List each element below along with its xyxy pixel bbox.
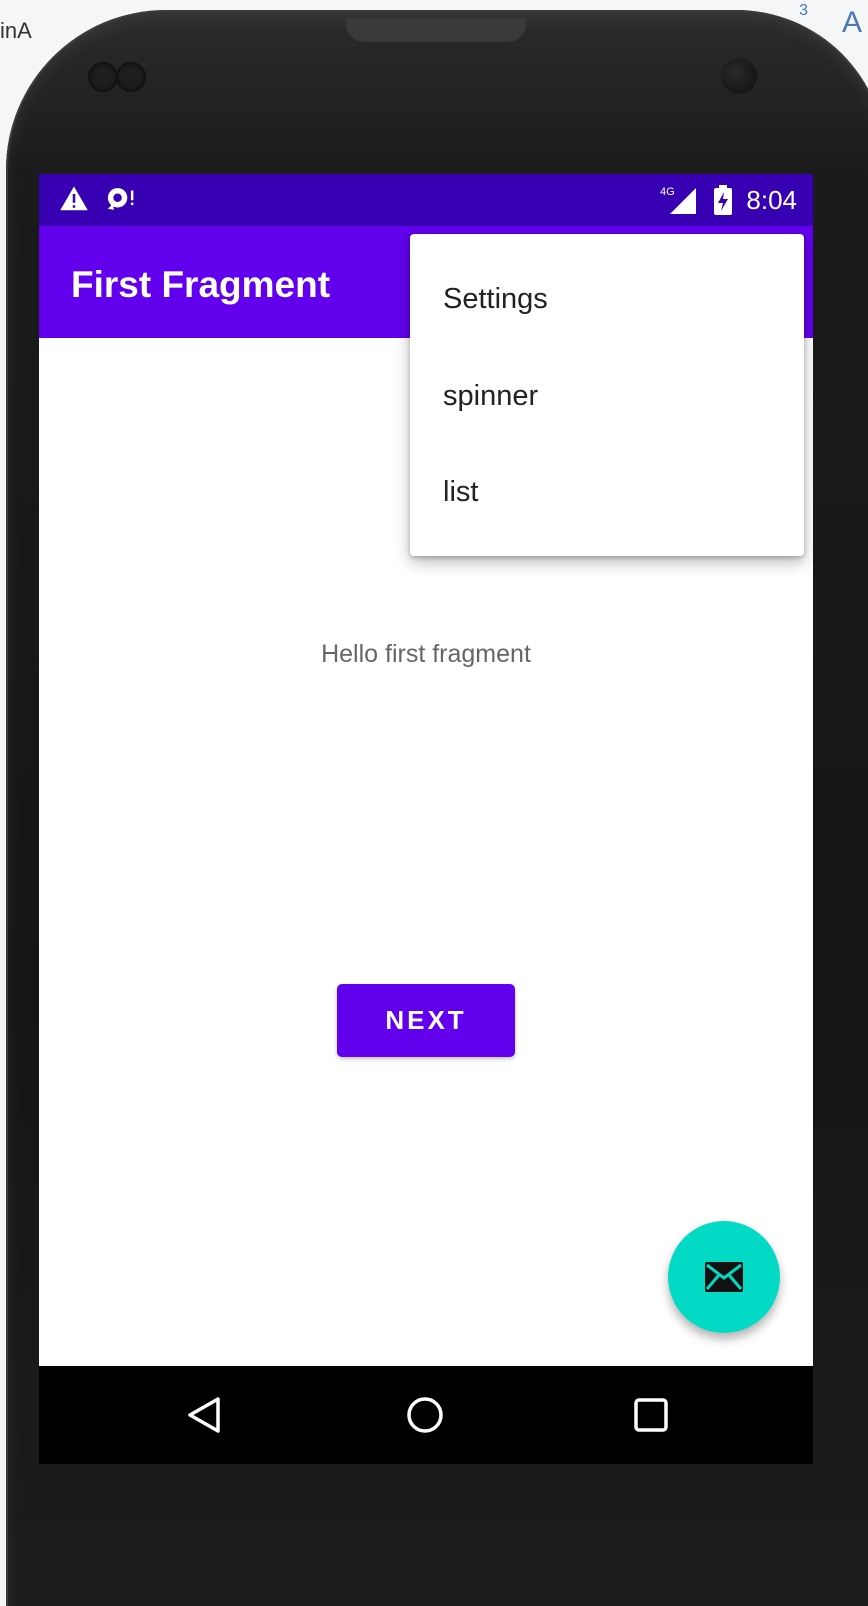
recents-icon (634, 1398, 668, 1432)
status-time: 8:04 (746, 184, 797, 215)
menu-item-settings[interactable]: Settings (410, 251, 804, 347)
back-icon (188, 1397, 220, 1433)
back-button[interactable] (177, 1388, 231, 1442)
battery-charging-icon (714, 185, 733, 215)
speaker-dot (116, 62, 146, 92)
signal-icon: 4G (660, 186, 697, 214)
sync-alert-icon (107, 188, 134, 210)
device-screen: 4G 8:04 First Fragment Hello first fragm… (39, 174, 813, 1464)
menu-item-spinner[interactable]: spinner (410, 348, 804, 444)
warning-icon (60, 186, 88, 211)
overflow-popup-menu: Settings spinner list (410, 234, 804, 556)
mail-icon (705, 1262, 743, 1292)
home-button[interactable] (398, 1388, 452, 1442)
speaker-dot (88, 62, 118, 92)
next-button[interactable]: NEXT (337, 984, 515, 1057)
desktop-text-fragment: inA (0, 18, 32, 43)
navigation-bar (39, 1366, 813, 1464)
menu-item-list[interactable]: list (410, 444, 804, 540)
status-right-icons: 4G 8:04 (660, 184, 797, 216)
desktop-superscript-fragment: 3 (799, 2, 808, 19)
hello-text: Hello first fragment (321, 640, 531, 668)
home-icon (407, 1397, 443, 1433)
recents-button[interactable] (624, 1388, 678, 1442)
status-bar: 4G 8:04 (39, 174, 813, 226)
device-top-slot (346, 18, 526, 42)
desktop-background: inA 3 A 4G 8:04 First Fragment Hello fir… (0, 0, 868, 1606)
network-type-label: 4G (660, 186, 675, 198)
status-left-icons (59, 184, 137, 214)
page-title: First Fragment (71, 264, 331, 305)
front-camera (721, 58, 757, 94)
email-fab[interactable] (668, 1221, 780, 1333)
desktop-glyph-fragment: A (841, 6, 862, 39)
